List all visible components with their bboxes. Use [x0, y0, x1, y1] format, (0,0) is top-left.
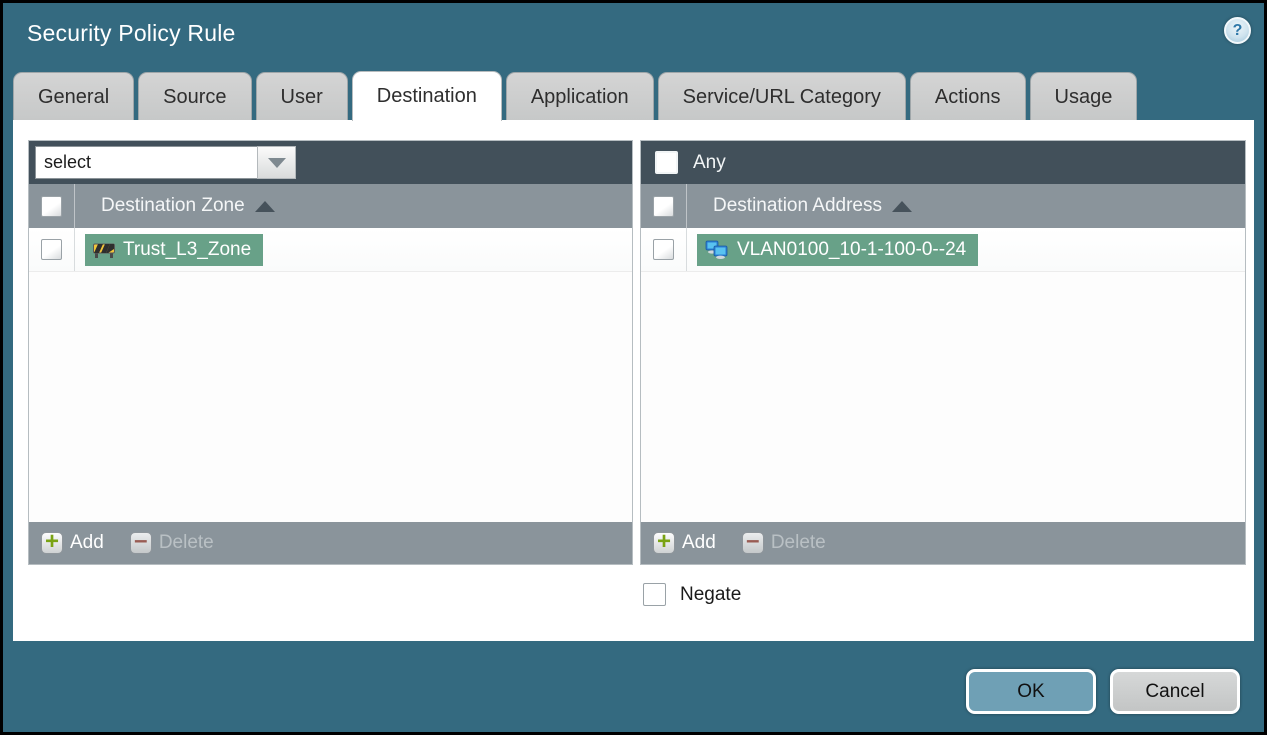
- tab-actions[interactable]: Actions: [909, 72, 1026, 121]
- tab-destination[interactable]: Destination: [351, 71, 502, 121]
- zone-entry[interactable]: Trust_L3_Zone: [85, 233, 264, 266]
- plus-icon: +: [653, 529, 675, 554]
- address-select-all-checkbox[interactable]: [653, 195, 674, 217]
- address-entry[interactable]: VLAN0100_10-1-100-0--24: [697, 233, 979, 266]
- tab-application[interactable]: Application: [505, 72, 654, 121]
- negate-label: Negate: [680, 583, 742, 605]
- negate-option: Negate: [643, 583, 741, 606]
- zone-delete-label: Delete: [158, 532, 214, 553]
- tab-source[interactable]: Source: [138, 72, 252, 121]
- any-checkbox[interactable]: [655, 151, 678, 174]
- zone-entry-label: Trust_L3_Zone: [123, 238, 252, 260]
- zone-select-input[interactable]: [35, 146, 257, 179]
- zone-icon: [93, 242, 115, 258]
- tab-service-url-category[interactable]: Service/URL Category: [657, 72, 906, 121]
- zone-delete-button[interactable]: – Delete: [129, 528, 214, 554]
- security-policy-rule-dialog: Security Policy Rule ? General Source Us…: [0, 0, 1267, 735]
- chevron-down-icon: [267, 157, 286, 168]
- address-list: VLAN0100_10-1-100-0--24: [641, 228, 1245, 522]
- address-row-checkbox-cell: [641, 228, 687, 271]
- address-panel-toolbar: Any: [641, 141, 1245, 184]
- address-panel-footer: + Add – Delete: [641, 522, 1245, 564]
- address-add-button[interactable]: + Add: [653, 529, 716, 554]
- address-header-checkbox-cell: [641, 184, 687, 228]
- zone-select-combobox: [35, 146, 296, 179]
- address-delete-label: Delete: [770, 532, 826, 553]
- destination-address-panel: Any Destination Address VLAN0100_10-1-10…: [640, 140, 1246, 565]
- minus-icon: –: [129, 528, 152, 554]
- title-bar: Security Policy Rule ?: [3, 3, 1264, 65]
- destination-tab-content: Destination Zone: [13, 120, 1254, 641]
- tab-bar: General Source User Destination Applicat…: [13, 71, 1254, 121]
- zone-header-checkbox-cell: [29, 184, 75, 228]
- ok-button[interactable]: OK: [966, 669, 1096, 714]
- zone-row-checkbox-cell: [29, 228, 75, 271]
- tab-user[interactable]: User: [255, 72, 348, 121]
- address-add-label: Add: [682, 532, 716, 553]
- help-icon[interactable]: ?: [1224, 17, 1251, 44]
- any-label: Any: [693, 151, 726, 173]
- address-delete-button[interactable]: – Delete: [741, 528, 826, 554]
- zone-row: Trust_L3_Zone: [29, 228, 632, 272]
- zone-column-header-row: Destination Zone: [29, 184, 632, 228]
- zone-list: Trust_L3_Zone: [29, 228, 632, 522]
- minus-icon: –: [741, 528, 764, 554]
- negate-checkbox[interactable]: [643, 583, 666, 606]
- zone-panel-footer: + Add – Delete: [29, 522, 632, 564]
- zone-add-label: Add: [70, 532, 104, 553]
- address-icon: [705, 240, 729, 259]
- address-row: VLAN0100_10-1-100-0--24: [641, 228, 1245, 272]
- sort-ascending-icon[interactable]: [254, 200, 275, 212]
- sort-ascending-icon[interactable]: [892, 200, 912, 212]
- zone-select-all-checkbox[interactable]: [41, 195, 62, 217]
- dialog-title: Security Policy Rule: [27, 20, 236, 46]
- zone-add-button[interactable]: + Add: [41, 529, 104, 554]
- tab-general[interactable]: General: [13, 72, 135, 121]
- destination-zone-panel: Destination Zone: [28, 140, 633, 565]
- address-column-header-row: Destination Address: [641, 184, 1245, 228]
- zone-column-header[interactable]: Destination Zone: [101, 195, 245, 217]
- tab-usage[interactable]: Usage: [1029, 72, 1138, 121]
- address-column-header[interactable]: Destination Address: [713, 195, 882, 217]
- address-entry-label: VLAN0100_10-1-100-0--24: [737, 238, 967, 260]
- zone-row-checkbox[interactable]: [41, 239, 62, 260]
- plus-icon: +: [41, 529, 63, 554]
- zone-panel-toolbar: [29, 141, 632, 184]
- zone-select-dropdown-button[interactable]: [257, 146, 296, 179]
- cancel-button[interactable]: Cancel: [1110, 669, 1240, 714]
- address-row-checkbox[interactable]: [653, 239, 674, 260]
